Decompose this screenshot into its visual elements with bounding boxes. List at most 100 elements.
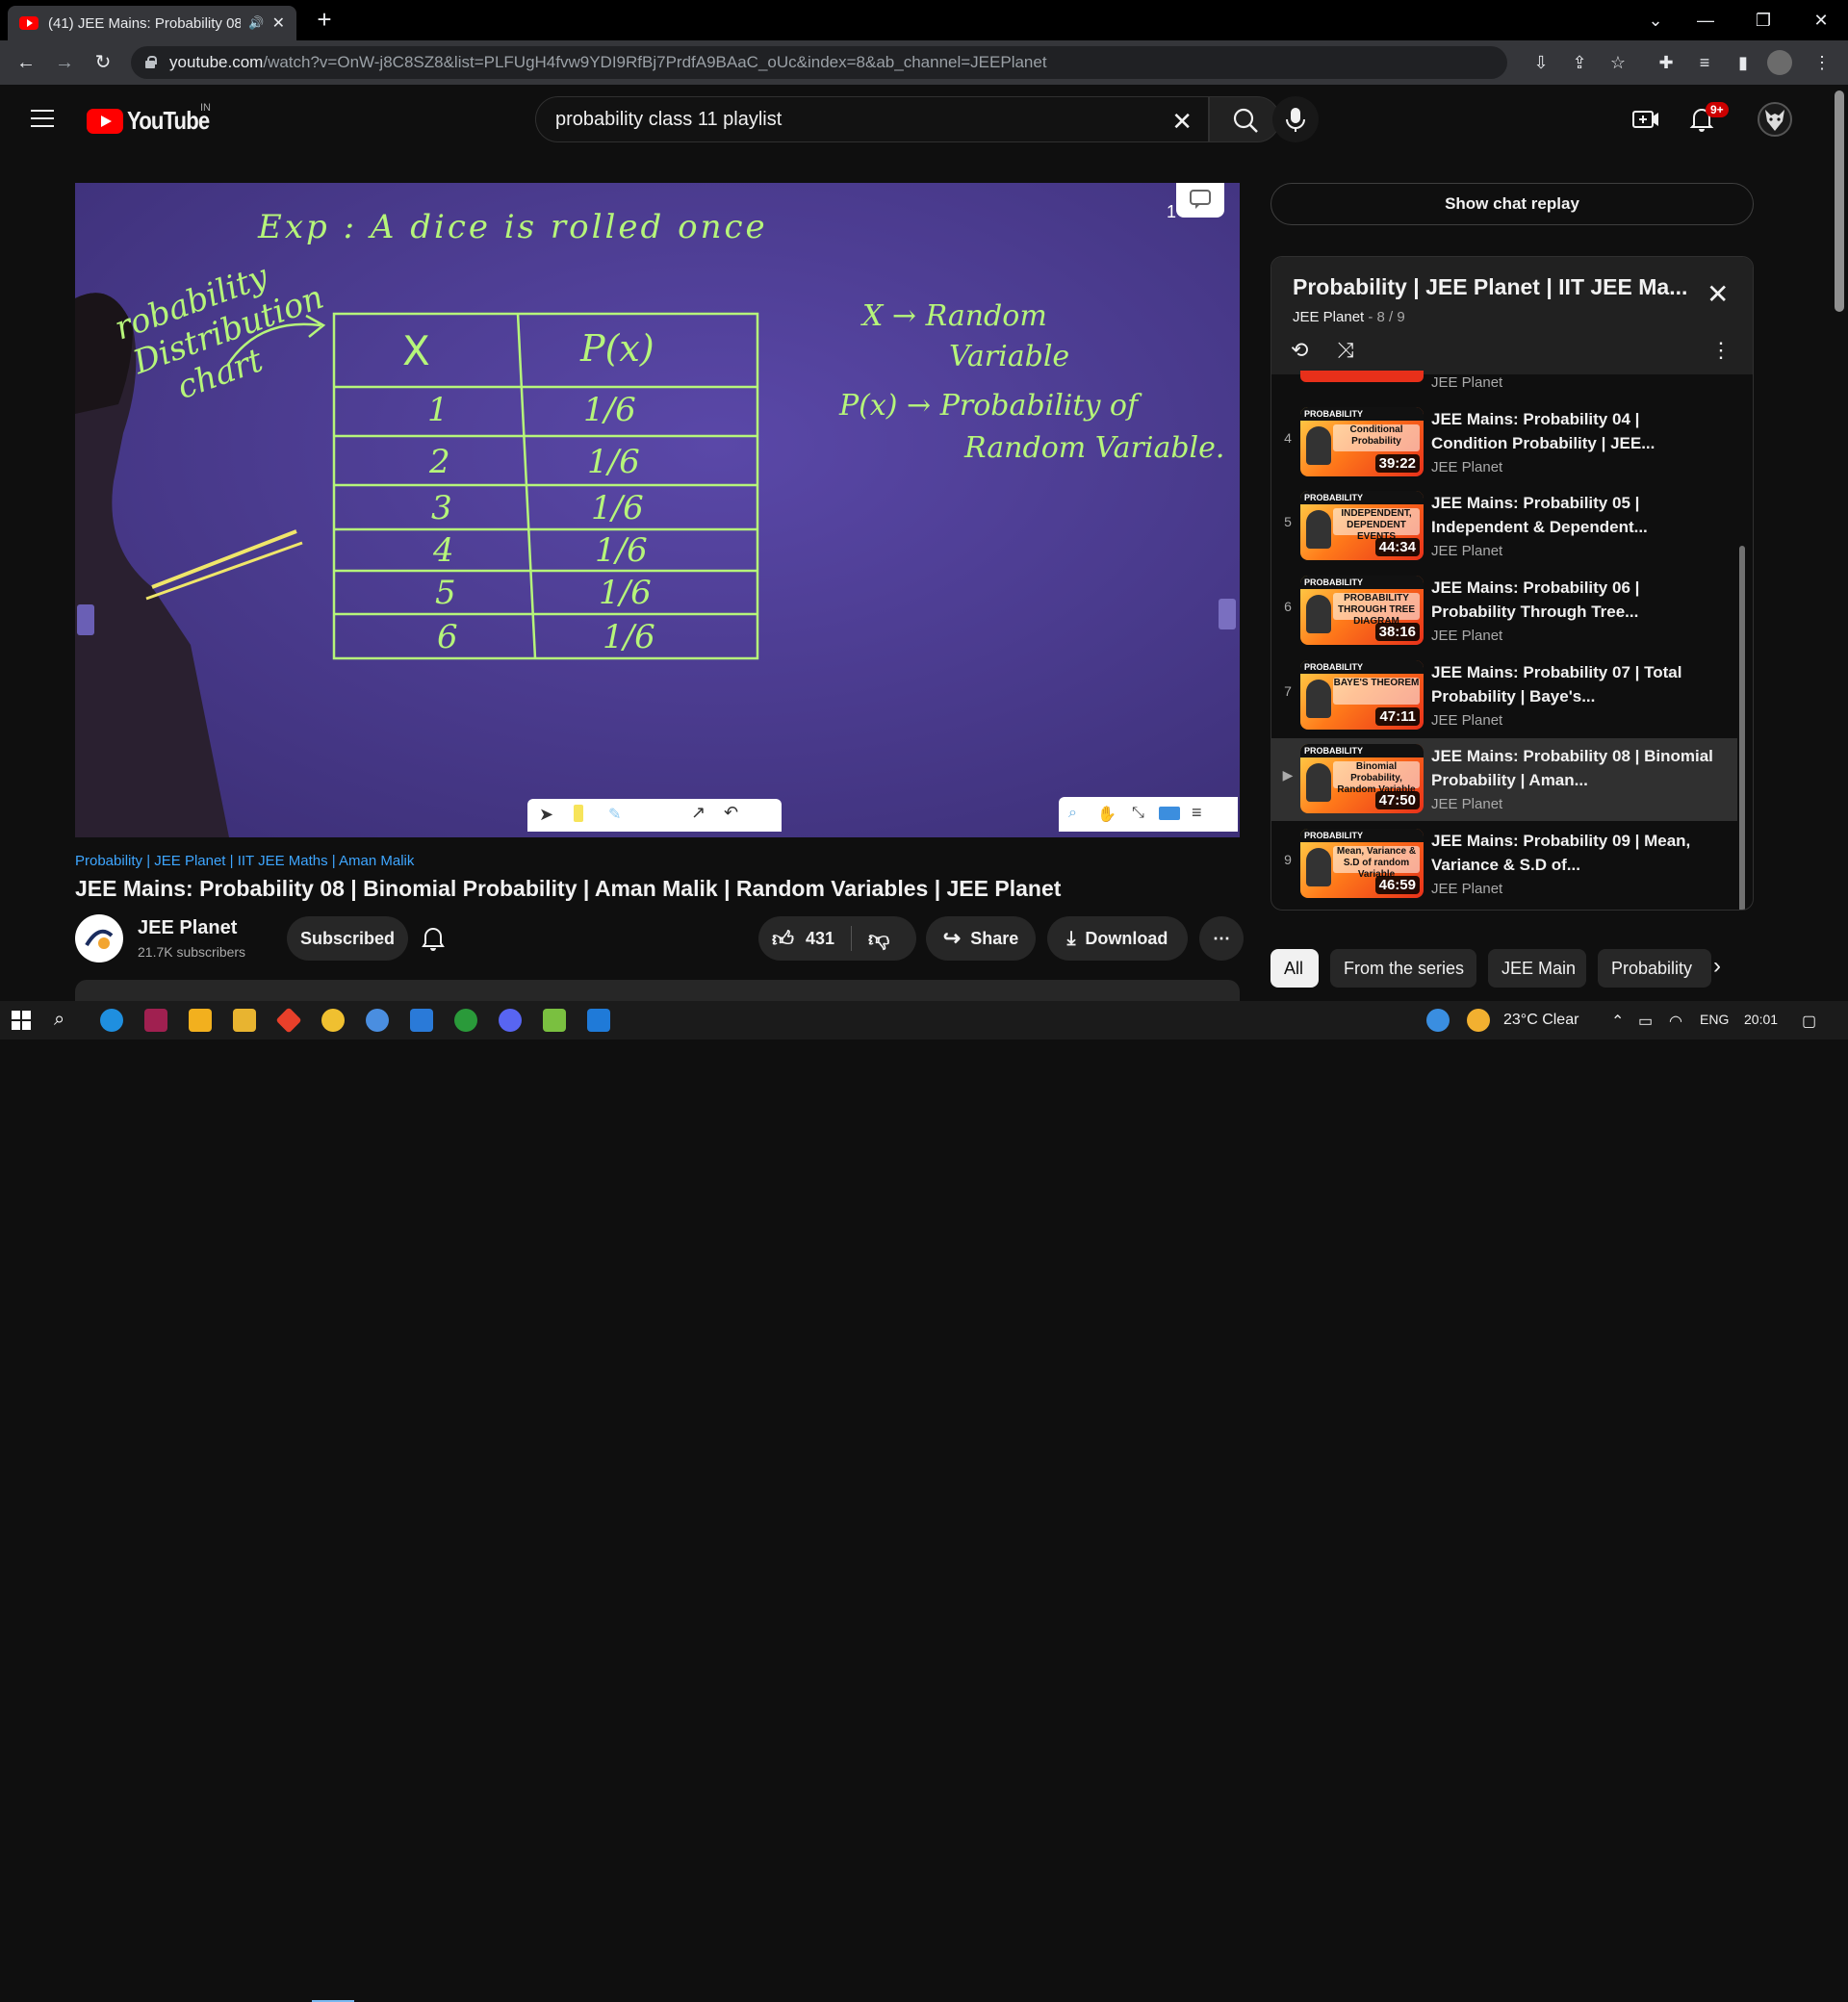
zoom-toolbar[interactable]: ⌕ ✋ ⤡ ≡ xyxy=(1059,797,1238,832)
playlist-item[interactable]: 7 PROBABILITY BAYE'S THEOREM 47:11 JEE Mains… xyxy=(1271,654,1737,737)
filter-chip[interactable]: All xyxy=(1270,949,1319,988)
expand-tool-icon[interactable]: ⤡ xyxy=(1132,805,1144,822)
share-button[interactable]: ↪ Share xyxy=(926,916,1036,961)
profile-avatar[interactable] xyxy=(1767,50,1792,75)
show-chat-replay-button[interactable]: Show chat replay xyxy=(1270,183,1754,225)
clock[interactable]: 20:01 xyxy=(1744,1012,1778,1027)
highlighter-tool-icon[interactable] xyxy=(574,805,583,822)
filter-chip[interactable]: Probability xyxy=(1598,949,1711,988)
lock-icon[interactable] xyxy=(144,56,157,69)
playlist-channel[interactable]: JEE Planet xyxy=(1293,309,1364,325)
video-player[interactable]: Exp : A dice is rolled once robability D… xyxy=(75,183,1240,837)
arrow-tool-icon[interactable]: ↗ xyxy=(691,803,706,823)
shuffle-icon[interactable]: ⤨ xyxy=(1337,338,1354,363)
tab-search-chevron-icon[interactable]: ⌄ xyxy=(1636,6,1675,35)
share-page-icon[interactable]: ⇪ xyxy=(1563,46,1596,79)
pan-tool-icon[interactable]: ✋ xyxy=(1097,805,1116,824)
screen-tool-icon[interactable] xyxy=(1159,807,1180,820)
bookmark-star-icon[interactable]: ☆ xyxy=(1602,46,1634,79)
browser-tab[interactable]: (41) JEE Mains: Probability 08 🔊 ✕ xyxy=(8,6,296,40)
file-explorer-icon[interactable] xyxy=(233,1009,256,1032)
browser-menu-icon[interactable]: ⋮ xyxy=(1806,46,1838,79)
zoom-tool-icon[interactable]: ⌕ xyxy=(1068,805,1077,822)
minimize-button[interactable]: — xyxy=(1686,6,1725,35)
help-icon[interactable] xyxy=(1426,1009,1450,1032)
undo-tool-icon[interactable]: ↶ xyxy=(724,803,738,823)
install-icon[interactable]: ⇩ xyxy=(1525,46,1557,79)
playlist-item-title[interactable]: JEE Mains: Probability 06 | Probability … xyxy=(1431,576,1720,624)
tab-close-icon[interactable]: ✕ xyxy=(272,13,285,33)
windows-start-icon[interactable] xyxy=(12,1011,31,1030)
forward-arrow-icon[interactable]: → xyxy=(50,48,79,77)
edge-browser-icon[interactable] xyxy=(100,1009,123,1032)
thumbs-down-icon[interactable]: 👎︎ xyxy=(868,926,889,952)
create-video-icon[interactable] xyxy=(1630,104,1661,135)
media-queue-icon[interactable]: ≡ xyxy=(1688,46,1721,79)
download-button[interactable]: ⤓ Download xyxy=(1047,916,1188,961)
app-check-icon[interactable] xyxy=(144,1009,167,1032)
playlist-thumbnail[interactable]: PROBABILITY PROBABILITY THROUGH TREE DIAG… xyxy=(1300,576,1424,645)
playlist-thumbnail[interactable]: PROBABILITY Binomial Probability, Random … xyxy=(1300,744,1424,813)
notification-center-icon[interactable]: ▢ xyxy=(1802,1012,1816,1031)
back-arrow-icon[interactable]: ← xyxy=(12,48,40,77)
playlist-item[interactable]: 5 PROBABILITY INDEPENDENT, DEPENDENT EVENT… xyxy=(1271,485,1737,568)
wifi-icon[interactable]: ◠ xyxy=(1669,1012,1682,1031)
restore-button[interactable]: ❐ xyxy=(1744,6,1783,35)
xbox-icon[interactable] xyxy=(454,1009,477,1032)
playlist-more-icon[interactable]: ⋮ xyxy=(1710,338,1732,363)
clear-search-icon[interactable]: ✕ xyxy=(1171,107,1193,137)
reload-icon[interactable]: ↻ xyxy=(89,48,117,77)
window-close-button[interactable]: ✕ xyxy=(1802,6,1840,35)
playlist-thumbnail[interactable]: PROBABILITY BAYE'S THEOREM 47:11 xyxy=(1300,660,1424,730)
chips-next-arrow-icon[interactable]: › xyxy=(1713,953,1721,980)
playlist-item-title[interactable]: JEE Mains: Probability 07 | Total Probab… xyxy=(1431,660,1720,708)
playlist-item[interactable]: 4 PROBABILITY Conditional Probability 39:22… xyxy=(1271,401,1737,484)
loop-icon[interactable]: ⟲ xyxy=(1291,338,1308,363)
playlist-item[interactable]: ▶ PROBABILITY Binomial Probability, Random… xyxy=(1271,738,1737,821)
more-actions-icon[interactable]: ⋯ xyxy=(1199,916,1244,961)
tray-chevron-icon[interactable]: ⌃ xyxy=(1611,1012,1624,1031)
playlist-scrollbar[interactable] xyxy=(1739,546,1745,910)
speaker-icon[interactable]: 🔊 xyxy=(248,15,264,31)
pen-toolbar[interactable]: ➤ ✎ ↗ ↶ xyxy=(527,799,782,832)
bluestacks-icon[interactable] xyxy=(543,1009,566,1032)
prev-page-arrow-icon[interactable] xyxy=(77,604,94,635)
thumbs-up-icon[interactable]: 👍︎ xyxy=(772,926,794,952)
menu-tool-icon[interactable]: ≡ xyxy=(1192,803,1202,823)
extensions-puzzle-icon[interactable]: ✚ xyxy=(1650,46,1682,79)
partial-thumbnail[interactable] xyxy=(1300,371,1424,382)
language-indicator[interactable]: ENG xyxy=(1700,1012,1729,1027)
playlist-item-title[interactable]: JEE Mains: Probability 09 | Mean, Varian… xyxy=(1431,829,1720,877)
taskbar-search-icon[interactable]: ⌕ xyxy=(54,1009,64,1031)
address-bar[interactable]: youtube.com/watch?v=OnW-j8C8SZ8&list=PLF… xyxy=(131,46,1507,79)
cursor-tool-icon[interactable]: ➤ xyxy=(539,805,553,825)
like-count[interactable]: 431 xyxy=(806,929,834,949)
channel-avatar[interactable] xyxy=(75,914,123,962)
page-scrollbar[interactable] xyxy=(1835,90,1844,312)
new-tab-button[interactable]: + xyxy=(310,6,339,35)
filter-chip[interactable]: From the series xyxy=(1330,949,1476,988)
vscode-icon[interactable] xyxy=(587,1009,610,1032)
whiteboard-chat-icon[interactable] xyxy=(1176,183,1224,218)
filter-chip[interactable]: JEE Main xyxy=(1488,949,1586,988)
channel-name[interactable]: JEE Planet xyxy=(138,917,237,939)
search-button[interactable] xyxy=(1209,96,1280,142)
weather-text[interactable]: 23°C Clear xyxy=(1503,1012,1578,1029)
discord-icon[interactable] xyxy=(499,1009,522,1032)
video-hashtags[interactable]: Probability | JEE Planet | IIT JEE Maths… xyxy=(75,853,414,869)
playlist-item-title[interactable]: JEE Mains: Probability 05 | Independent … xyxy=(1431,491,1720,539)
next-page-arrow-icon[interactable] xyxy=(1219,599,1236,629)
outlook-icon[interactable] xyxy=(410,1009,433,1032)
chrome-profile-icon[interactable] xyxy=(366,1009,389,1032)
playlist-item[interactable]: 6 PROBABILITY PROBABILITY THROUGH TREE DIA… xyxy=(1271,570,1737,653)
side-panel-icon[interactable]: ▮ xyxy=(1727,46,1759,79)
playlist-item-title[interactable]: JEE Mains: Probability 04 | Condition Pr… xyxy=(1431,407,1720,455)
search-input[interactable]: probability class 11 playlist ✕ xyxy=(535,96,1209,142)
subscribed-button[interactable]: Subscribed xyxy=(287,916,408,961)
hamburger-menu-icon[interactable] xyxy=(31,110,54,127)
anydesk-icon[interactable] xyxy=(275,1007,302,1034)
battery-icon[interactable]: ▭ xyxy=(1638,1012,1653,1031)
playlist-thumbnail[interactable]: PROBABILITY INDEPENDENT, DEPENDENT EVENTS… xyxy=(1300,491,1424,560)
playlist-item-title[interactable]: JEE Mains: Probability 08 | Binomial Pro… xyxy=(1431,744,1720,792)
playlist-title[interactable]: Probability | JEE Planet | IIT JEE Ma... xyxy=(1293,274,1697,300)
